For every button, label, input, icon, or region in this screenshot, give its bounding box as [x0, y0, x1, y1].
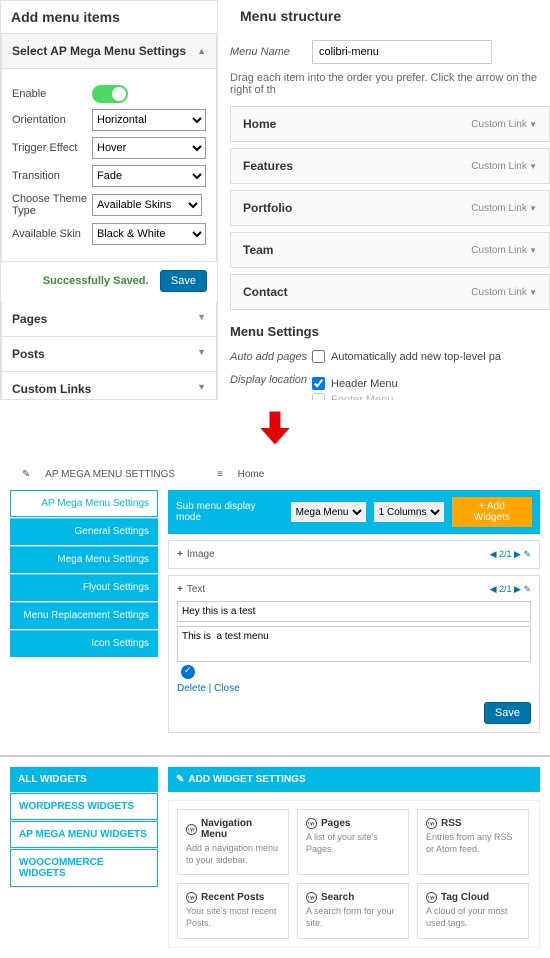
- breadcrumb-home[interactable]: ≡ Home: [205, 469, 264, 480]
- theme-label: Choose Theme Type: [12, 193, 92, 217]
- expand-icon: +: [177, 584, 183, 595]
- orientation-select[interactable]: Horizontal: [92, 109, 206, 131]
- auto-add-label: Auto add pages: [230, 351, 312, 363]
- widget-text-header[interactable]: + Text ◀ 2/1 ▶ ✎: [177, 584, 531, 595]
- tab-menu-replacement[interactable]: Menu Replacement Settings: [10, 602, 158, 629]
- cat-wordpress[interactable]: WORDPRESS WIDGETS: [10, 793, 158, 820]
- chevron-down-icon: ▼: [197, 382, 206, 396]
- wordpress-icon: [306, 892, 317, 903]
- add-widget-settings-header: ✎ ADD WIDGET SETTINGS: [168, 767, 540, 792]
- trigger-label: Trigger Effect: [12, 142, 92, 154]
- menu-item[interactable]: TeamCustom Link: [230, 232, 550, 268]
- delete-link[interactable]: Delete | Close: [177, 683, 240, 694]
- wordpress-icon: [426, 818, 437, 829]
- tab-flyout[interactable]: Flyout Settings: [10, 574, 158, 601]
- widget-image-header[interactable]: + Image ◀ 2/1 ▶ ✎: [177, 549, 531, 560]
- collapse-icon: ▲: [197, 46, 206, 56]
- cat-ap-mega[interactable]: AP MEGA MENU WIDGETS: [10, 821, 158, 848]
- menu-item[interactable]: ContactCustom Link: [230, 274, 550, 310]
- tab-ap-mega-menu[interactable]: AP Mega Menu Settings: [10, 490, 158, 517]
- add-menu-items-title: Add menu items: [1, 1, 217, 33]
- enable-label: Enable: [12, 88, 92, 100]
- check-icon: [181, 665, 195, 679]
- skin-select[interactable]: Black & White: [92, 223, 206, 245]
- accordion-posts[interactable]: Posts▼: [1, 337, 217, 372]
- breadcrumb-settings[interactable]: ✎ AP MEGA MENU SETTINGS: [10, 469, 175, 480]
- display-mode-select[interactable]: Mega Menu: [291, 502, 366, 522]
- wordpress-icon: [186, 824, 197, 835]
- menu-item[interactable]: HomeCustom Link: [230, 106, 550, 142]
- wordpress-icon: [426, 892, 437, 903]
- menu-settings-title: Menu Settings: [230, 324, 550, 339]
- chevron-down-icon: ▼: [197, 312, 206, 326]
- tab-mega-menu[interactable]: Mega Menu Settings: [10, 546, 158, 573]
- menu-structure-title: Menu structure: [230, 0, 550, 32]
- accordion-custom-links[interactable]: Custom Links▼: [1, 372, 217, 400]
- widget-save-button[interactable]: Save: [484, 702, 531, 724]
- transition-select[interactable]: Fade: [92, 165, 206, 187]
- save-button[interactable]: Save: [160, 270, 207, 292]
- menu-item[interactable]: PortfolioCustom Link: [230, 190, 550, 226]
- skin-label: Available Skin: [12, 228, 92, 240]
- widget-text-input[interactable]: [177, 626, 531, 662]
- widget-card[interactable]: RSSEntries from any RSS or Atom feed.: [417, 809, 529, 875]
- widget-title-input[interactable]: [177, 601, 531, 622]
- widget-card[interactable]: Tag CloudA cloud of your most used tags.: [417, 883, 529, 938]
- menu-name-input[interactable]: [312, 40, 492, 64]
- menu-item[interactable]: FeaturesCustom Link: [230, 148, 550, 184]
- expand-icon: +: [177, 549, 183, 560]
- add-widgets-button[interactable]: + Add Widgets: [452, 497, 532, 527]
- panel-title: Select AP Mega Menu Settings: [12, 44, 186, 58]
- widget-card[interactable]: Navigation MenuAdd a navigation menu to …: [177, 809, 289, 875]
- accordion-pages[interactable]: Pages▼: [1, 302, 217, 337]
- drag-hint: Drag each item into the order you prefer…: [230, 72, 550, 96]
- tab-general[interactable]: General Settings: [10, 518, 158, 545]
- down-arrow-icon: [0, 400, 550, 459]
- saved-message: Successfully Saved.: [43, 275, 149, 287]
- widget-card[interactable]: Recent PostsYour site's most recent Post…: [177, 883, 289, 938]
- widget-card[interactable]: SearchA search form for your site.: [297, 883, 409, 938]
- columns-select[interactable]: 1 Columns: [374, 502, 444, 522]
- tab-icon[interactable]: Icon Settings: [10, 630, 158, 657]
- chevron-down-icon: ▼: [197, 347, 206, 361]
- header-menu-checkbox[interactable]: [312, 377, 325, 390]
- cat-all-widgets[interactable]: ALL WIDGETS: [10, 767, 158, 792]
- widget-controls[interactable]: ◀ 2/1 ▶ ✎: [490, 549, 531, 560]
- auto-add-checkbox[interactable]: [312, 350, 325, 363]
- wordpress-icon: [306, 818, 317, 829]
- widget-card[interactable]: PagesA list of your site's Pages.: [297, 809, 409, 875]
- trigger-select[interactable]: Hover: [92, 137, 206, 159]
- widget-controls[interactable]: ◀ 2/1 ▶ ✎: [490, 584, 531, 595]
- theme-select[interactable]: Available Skins: [92, 194, 202, 216]
- transition-label: Transition: [12, 170, 92, 182]
- footer-menu-checkbox[interactable]: [312, 393, 325, 400]
- wordpress-icon: [186, 892, 197, 903]
- enable-toggle[interactable]: [92, 85, 128, 103]
- orientation-label: Orientation: [12, 114, 92, 126]
- menu-name-label: Menu Name: [230, 46, 312, 58]
- display-location-label: Display location: [230, 374, 312, 386]
- panel-header[interactable]: Select AP Mega Menu Settings ▲: [1, 33, 217, 69]
- display-mode-label: Sub menu display mode: [176, 501, 283, 523]
- cat-woocommerce[interactable]: WOOCOMMERCE WIDGETS: [10, 849, 158, 887]
